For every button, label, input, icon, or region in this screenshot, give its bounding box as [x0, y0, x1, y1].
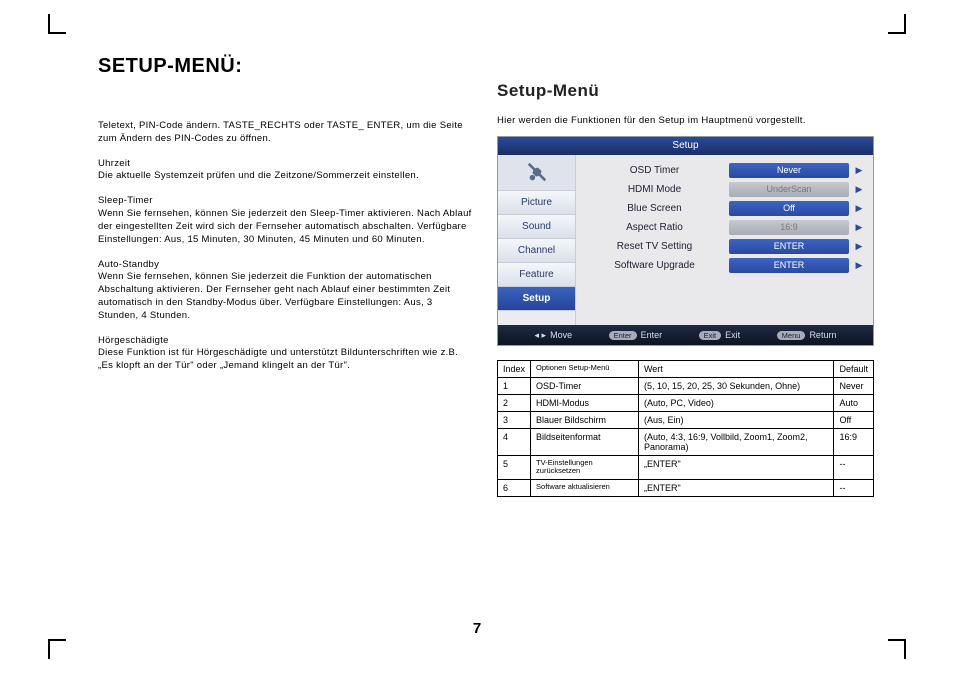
osd-options: OSD TimerNever▶HDMI ModeUnderScan▶Blue S…	[576, 155, 873, 325]
body-text: Hörgeschädigte Diese Funktion ist für Hö…	[98, 335, 475, 373]
intro-text: Hier werden die Funktionen für den Setup…	[497, 115, 874, 126]
options-table: Index Optionen Setup-Menü Wert Default 1…	[497, 360, 874, 497]
cell-default: --	[834, 456, 874, 480]
cell-index: 1	[498, 378, 531, 395]
osd-footer: ◂ ▸ Move Enter Enter Exit Exit Menu Retu…	[498, 325, 873, 345]
tab-sound[interactable]: Sound	[498, 215, 575, 239]
cell-option: Blauer Bildschirm	[531, 412, 639, 429]
table-row: 3Blauer Bildschirm(Aus, Ein)Off	[498, 412, 874, 429]
body-text: Uhrzeit Die aktuelle Systemzeit prüfen u…	[98, 158, 475, 184]
hint-exit: Exit Exit	[699, 330, 741, 340]
cell-index: 4	[498, 429, 531, 456]
section-body: Diese Funktion ist für Hörgeschädigte un…	[98, 347, 458, 371]
arrows-icon: ◂ ▸	[535, 330, 547, 341]
page-title: SETUP-MENÜ:	[98, 55, 475, 78]
cell-default: Auto	[834, 395, 874, 412]
cell-value: „ENTER"	[638, 456, 833, 480]
osd-row[interactable]: HDMI Mode UnderScan ▶	[586, 180, 863, 199]
chevron-right-icon: ▶	[855, 203, 863, 214]
body-text: Auto-Standby Wenn Sie fernsehen, können …	[98, 259, 475, 323]
body-text: Teletext, PIN-Code ändern. TASTE_RECHTS …	[98, 120, 475, 146]
section-heading: Hörgeschädigte	[98, 335, 169, 346]
osd-row-label: Reset TV Setting	[586, 241, 723, 252]
cell-index: 6	[498, 479, 531, 496]
section-body: Die aktuelle Systemzeit prüfen und die Z…	[98, 170, 419, 181]
cell-default: Off	[834, 412, 874, 429]
osd-row-value: ENTER	[729, 239, 849, 254]
table-row: 4Bildseitenformat(Auto, 4:3, 16:9, Vollb…	[498, 429, 874, 456]
osd-row-value: Never	[729, 163, 849, 178]
section-body: Wenn Sie fernsehen, können Sie jederzeit…	[98, 208, 472, 245]
right-column: Setup-Menü Hier werden die Funktionen fü…	[497, 55, 874, 613]
osd-row[interactable]: Reset TV Setting ENTER ▶	[586, 237, 863, 256]
osd-row[interactable]: Software Upgrade ENTER ▶	[586, 256, 863, 275]
tab-channel[interactable]: Channel	[498, 239, 575, 263]
osd-sidebar: Picture Sound Channel Feature Setup	[498, 155, 576, 325]
table-row: 6Software aktualisieren„ENTER"--	[498, 479, 874, 496]
col-default: Default	[834, 361, 874, 378]
osd-title: Setup	[498, 137, 873, 155]
tools-icon	[498, 155, 575, 191]
chevron-right-icon: ▶	[855, 260, 863, 271]
section-heading: Uhrzeit	[98, 158, 130, 169]
chevron-right-icon: ▶	[855, 184, 863, 195]
osd-row-label: OSD Timer	[586, 165, 723, 176]
cell-default: 16:9	[834, 429, 874, 456]
table-row: 2HDMI-Modus(Auto, PC, Video)Auto	[498, 395, 874, 412]
osd-row[interactable]: Blue Screen Off ▶	[586, 199, 863, 218]
crop-mark	[896, 14, 924, 42]
cell-option: HDMI-Modus	[531, 395, 639, 412]
chevron-right-icon: ▶	[855, 222, 863, 233]
cell-value: (Auto, 4:3, 16:9, Vollbild, Zoom1, Zoom2…	[638, 429, 833, 456]
cell-index: 3	[498, 412, 531, 429]
cell-index: 5	[498, 456, 531, 480]
osd-row-label: Software Upgrade	[586, 260, 723, 271]
chevron-right-icon: ▶	[855, 165, 863, 176]
section-heading: Sleep-Timer	[98, 195, 153, 206]
chevron-right-icon: ▶	[855, 241, 863, 252]
cell-default: --	[834, 479, 874, 496]
section-heading: Auto-Standby	[98, 259, 159, 270]
osd-row-value: UnderScan	[729, 182, 849, 197]
col-index: Index	[498, 361, 531, 378]
cell-option: OSD-Timer	[531, 378, 639, 395]
cell-index: 2	[498, 395, 531, 412]
cell-value: „ENTER"	[638, 479, 833, 496]
osd-row[interactable]: Aspect Ratio 16:9 ▶	[586, 218, 863, 237]
cell-option: TV-Einstellungen zurücksetzen	[531, 456, 639, 480]
osd-row-value: 16:9	[729, 220, 849, 235]
osd-row-label: Blue Screen	[586, 203, 723, 214]
osd-row[interactable]: OSD Timer Never ▶	[586, 161, 863, 180]
left-column: SETUP-MENÜ: Teletext, PIN-Code ändern. T…	[98, 55, 475, 613]
body-text: Sleep-Timer Wenn Sie fernsehen, können S…	[98, 195, 475, 246]
cell-value: (5, 10, 15, 20, 25, 30 Sekunden, Ohne)	[638, 378, 833, 395]
osd-row-label: HDMI Mode	[586, 184, 723, 195]
table-row: 5TV-Einstellungen zurücksetzen„ENTER"--	[498, 456, 874, 480]
cell-value: (Auto, PC, Video)	[638, 395, 833, 412]
col-option: Optionen Setup-Menü	[531, 361, 639, 378]
cell-option: Bildseitenformat	[531, 429, 639, 456]
osd-row-value: Off	[729, 201, 849, 216]
cell-default: Never	[834, 378, 874, 395]
tab-setup[interactable]: Setup	[498, 287, 575, 311]
crop-mark	[30, 14, 58, 42]
cell-value: (Aus, Ein)	[638, 412, 833, 429]
osd-screenshot: Setup Picture Sound Channel Feature Setu…	[497, 136, 874, 346]
section-title: Setup-Menü	[497, 81, 874, 101]
table-row: 1OSD-Timer(5, 10, 15, 20, 25, 30 Sekunde…	[498, 378, 874, 395]
tab-picture[interactable]: Picture	[498, 191, 575, 215]
osd-row-value: ENTER	[729, 258, 849, 273]
hint-return: Menu Return	[777, 330, 837, 340]
hint-move: ◂ ▸ Move	[535, 330, 573, 341]
section-body: Wenn Sie fernsehen, können Sie jederzeit…	[98, 271, 450, 320]
tab-feature[interactable]: Feature	[498, 263, 575, 287]
page-number: 7	[0, 620, 954, 637]
col-value: Wert	[638, 361, 833, 378]
osd-row-label: Aspect Ratio	[586, 222, 723, 233]
cell-option: Software aktualisieren	[531, 479, 639, 496]
hint-enter: Enter Enter	[609, 330, 662, 340]
